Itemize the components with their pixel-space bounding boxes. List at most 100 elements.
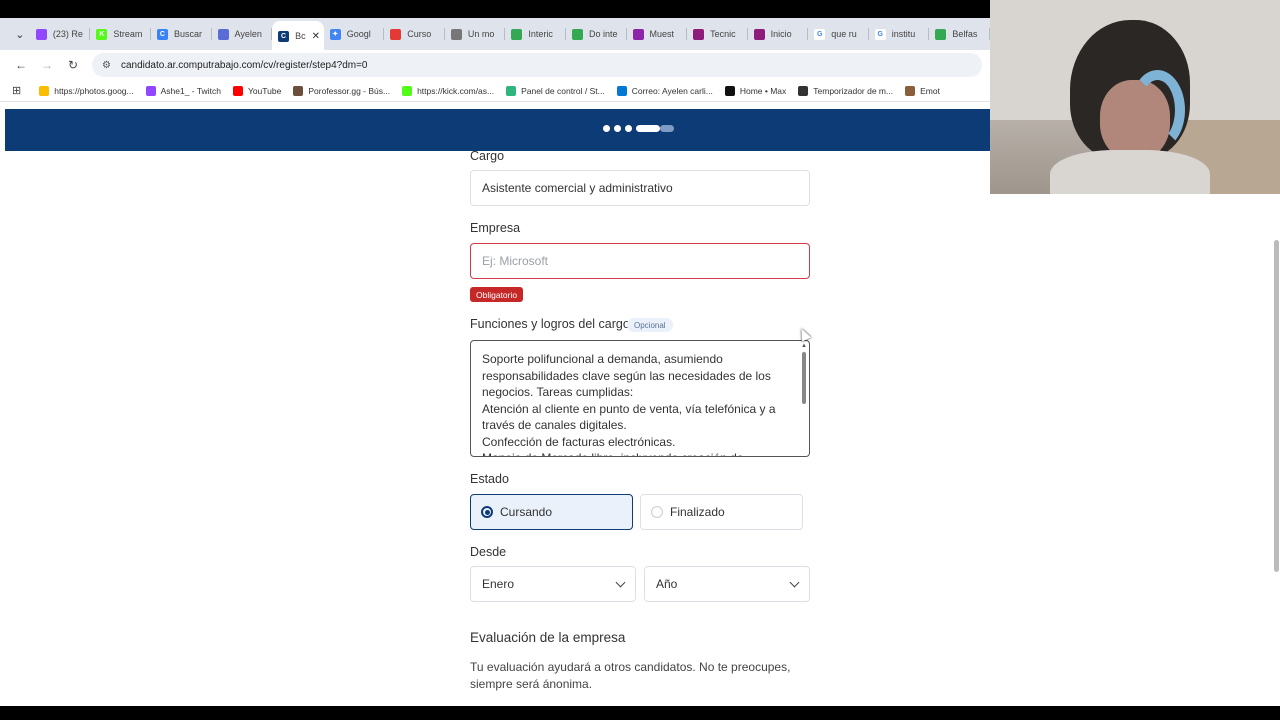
- bookmark-item[interactable]: Ashe1_ - Twitch: [145, 85, 221, 96]
- browser-tab[interactable]: K Stream: [90, 21, 151, 47]
- browser-tab[interactable]: (23) Re: [30, 21, 91, 47]
- browser-tab[interactable]: Ayelen: [212, 21, 273, 47]
- tabstrip-top: [0, 0, 990, 18]
- bookmark-item[interactable]: https://photos.goog...: [39, 85, 134, 96]
- bookmark-label: Panel de control / St...: [521, 85, 605, 96]
- estado-option-finalizado[interactable]: Finalizado: [640, 494, 803, 530]
- apps-grid-icon[interactable]: ⊞: [12, 84, 21, 97]
- tab-favicon-icon: [511, 28, 523, 40]
- browser-tab[interactable]: Interic: [505, 21, 566, 47]
- month-select-value: Enero: [482, 577, 515, 591]
- tab-title: (23) Re: [52, 29, 83, 39]
- tab-title: Curso: [407, 29, 432, 39]
- bookmarks-bar: ⊞ https://photos.goog... Ashe1_ - Twitch Y…: [0, 80, 990, 102]
- site-settings-icon[interactable]: ⚙: [102, 60, 111, 71]
- tab-title: Tecnic: [710, 29, 736, 39]
- desde-month-select[interactable]: Enero: [470, 566, 636, 602]
- bookmark-item[interactable]: Porofessor.gg - Bús...: [293, 85, 391, 96]
- textarea-line: Manejo de Mercado libre, incluyendo crea…: [482, 450, 781, 456]
- bookmark-item[interactable]: Home • Max: [724, 85, 787, 96]
- tab-title: que ru: [831, 29, 857, 39]
- tab-favicon-icon: [753, 28, 765, 40]
- browser-tab[interactable]: Curso: [384, 21, 445, 47]
- bookmark-item[interactable]: Correo: Ayelen carli...: [616, 85, 713, 96]
- bookmark-label: Porofessor.gg - Bús...: [308, 85, 391, 96]
- browser-tab[interactable]: C Buscar: [151, 21, 212, 47]
- tab-favicon-icon: K: [96, 28, 108, 40]
- estado-option-cursando[interactable]: Cursando: [470, 494, 633, 530]
- tab-favicon-icon: [571, 28, 583, 40]
- bookmark-item[interactable]: YouTube: [232, 85, 282, 96]
- reload-icon[interactable]: ↻: [60, 58, 86, 72]
- textarea-line: Soporte polifuncional a demanda, asumien…: [482, 352, 723, 366]
- textarea-line: través de canales digitales.: [482, 418, 627, 432]
- browser-tab[interactable]: ✦ Googl: [324, 21, 385, 47]
- bookmark-item[interactable]: https://kick.com/as...: [402, 85, 494, 96]
- bookmark-item[interactable]: Temporizador de m...: [798, 85, 893, 96]
- url-text: candidato.ar.computrabajo.com/cv/registe…: [120, 59, 368, 71]
- browser-tab[interactable]: Tecnic: [687, 21, 748, 47]
- bookmark-label: https://photos.goog...: [54, 85, 134, 96]
- bookmark-item[interactable]: Emot: [905, 85, 940, 96]
- scroll-up-icon[interactable]: ▲: [800, 342, 808, 350]
- textarea-line: negocios. Tareas cumplidas:: [482, 385, 634, 399]
- tab-strip: ⌄ (23) Re K Stream C Buscar Ayelen C Bc ✕ ✦ Googl C…: [0, 18, 990, 51]
- tab-search-dropdown-icon[interactable]: ⌄: [10, 28, 30, 41]
- tab-title: Belfas: [952, 29, 978, 39]
- radio-selected-icon: [481, 506, 493, 518]
- bookmark-favicon-icon: [798, 85, 809, 96]
- tab-favicon-icon: G: [874, 28, 886, 40]
- headphones: [1130, 70, 1185, 150]
- textarea-line: Atención al cliente en punto de venta, v…: [482, 401, 776, 416]
- bookmark-label: Home • Max: [739, 85, 787, 96]
- bookmark-favicon-icon: [402, 85, 413, 96]
- bookmark-favicon-icon: [724, 85, 735, 96]
- browser-tab[interactable]: Ginstitu: [869, 21, 930, 47]
- tab-title: Muest: [649, 29, 675, 39]
- browser-tab[interactable]: Un mo: [445, 21, 506, 47]
- progress-step-dot: [614, 125, 621, 132]
- tab-favicon-icon: [632, 28, 644, 40]
- funciones-textarea[interactable]: Soporte polifuncional a demanda, asumien…: [470, 340, 810, 457]
- cargo-label: Cargo: [470, 149, 505, 163]
- browser-tab[interactable]: Gque ru: [808, 21, 869, 47]
- browser-tab[interactable]: Muest: [627, 21, 688, 47]
- empresa-input[interactable]: Ej: Microsoft: [470, 243, 810, 279]
- textarea-scrollbar[interactable]: ▲: [800, 342, 808, 455]
- browser-tab[interactable]: Do inte: [566, 21, 627, 47]
- tab-title: Stream: [113, 29, 143, 39]
- radio-unselected-icon: [651, 506, 663, 518]
- browser-tab[interactable]: C Bc ✕: [272, 21, 324, 51]
- progress-step-remaining: [660, 125, 674, 132]
- forward-arrow-icon[interactable]: →: [34, 58, 60, 72]
- bookmark-label: Emot: [920, 85, 940, 96]
- bookmark-item[interactable]: Panel de control / St...: [506, 85, 605, 96]
- textarea-scroll-thumb[interactable]: [802, 352, 806, 404]
- desde-year-select[interactable]: Año: [644, 566, 810, 602]
- page-scrollbar-thumb[interactable]: [1274, 240, 1279, 572]
- address-bar[interactable]: ⚙ candidato.ar.computrabajo.com/cv/regis…: [92, 53, 982, 77]
- tab-title: Interic: [528, 29, 553, 39]
- tab-title: institu: [891, 29, 916, 39]
- tab-title: Ayelen: [234, 29, 262, 39]
- browser-tab[interactable]: Belfas: [929, 21, 990, 47]
- funciones-label: Funciones y logros del cargo: [470, 317, 630, 331]
- tab-favicon-icon: [217, 28, 229, 40]
- bookmark-favicon-icon: [232, 85, 243, 96]
- bottom-letterbox: [0, 706, 1280, 720]
- browser-tab[interactable]: Inicio: [748, 21, 809, 47]
- cargo-input[interactable]: Asistente comercial y administrativo: [470, 170, 810, 206]
- webcam-overlay: [990, 0, 1280, 194]
- back-arrow-icon[interactable]: ←: [8, 58, 34, 72]
- bookmark-favicon-icon: [293, 85, 304, 96]
- bookmark-label: YouTube: [247, 85, 282, 96]
- site-header: [5, 109, 990, 151]
- tab-title: Do inte: [588, 29, 618, 39]
- tab-favicon-icon: C: [278, 30, 290, 42]
- tab-favicon-icon: [35, 28, 47, 40]
- progress-step-dot: [625, 125, 632, 132]
- tab-close-icon[interactable]: ✕: [312, 31, 320, 42]
- webcam-shirt: [1050, 150, 1210, 194]
- optional-badge: Opcional: [627, 318, 673, 332]
- estado-label: Estado: [470, 472, 509, 486]
